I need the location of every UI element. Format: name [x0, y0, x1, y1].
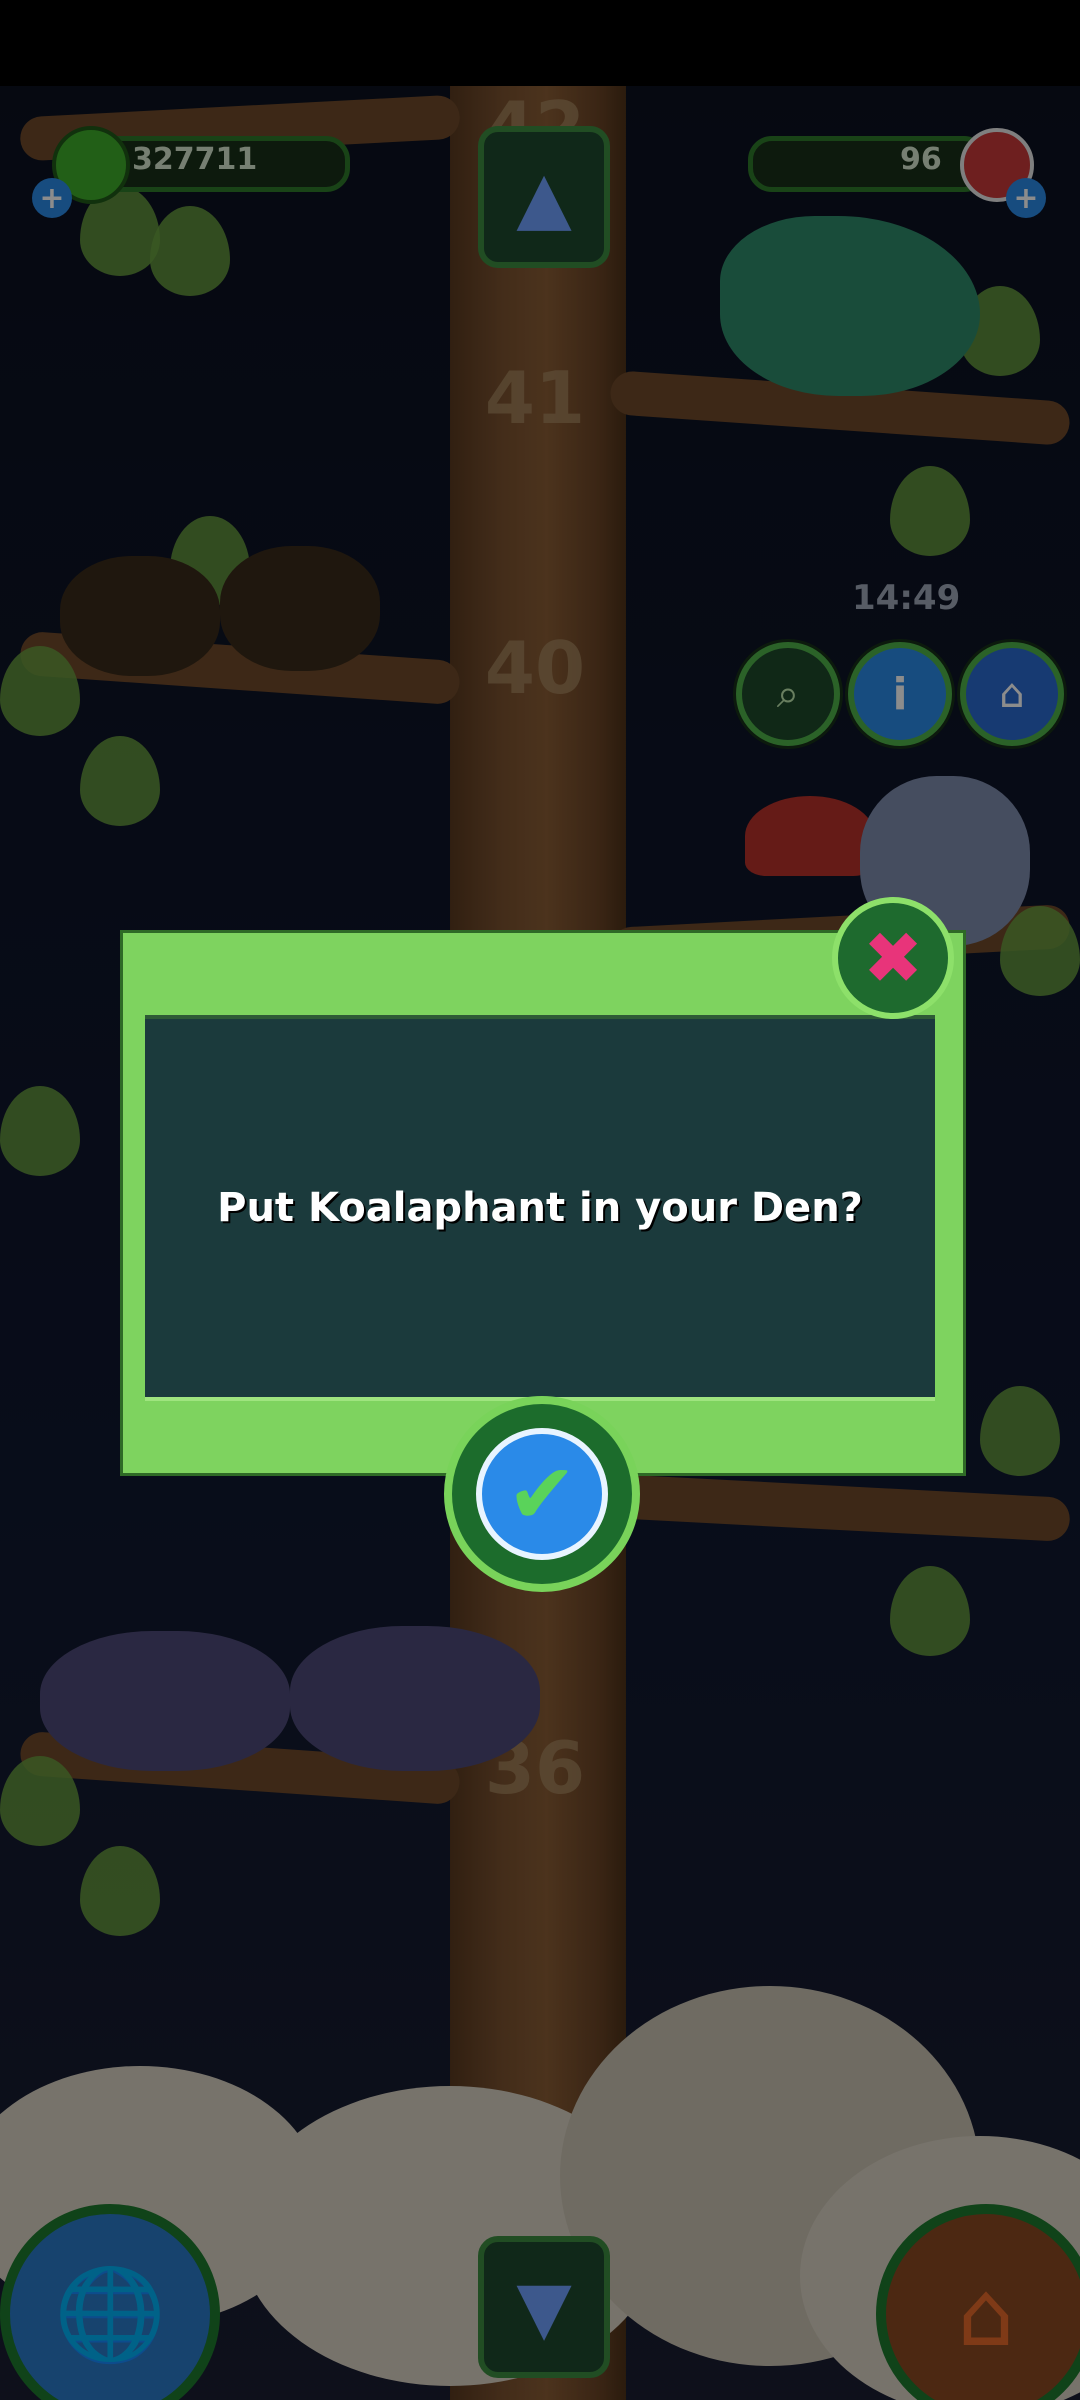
dialog-message-panel: Put Koalaphant in your Den? [145, 1015, 935, 1401]
close-button[interactable]: ✖ [832, 897, 954, 1019]
close-x-icon: ✖ [862, 916, 924, 1000]
checkmark-icon: ✔ [476, 1428, 608, 1560]
confirm-button[interactable]: ✔ [444, 1396, 640, 1592]
dialog-message: Put Koalaphant in your Den? [217, 1185, 863, 1231]
confirm-dialog: Put Koalaphant in your Den? [120, 930, 966, 1476]
status-bar [0, 0, 1080, 86]
